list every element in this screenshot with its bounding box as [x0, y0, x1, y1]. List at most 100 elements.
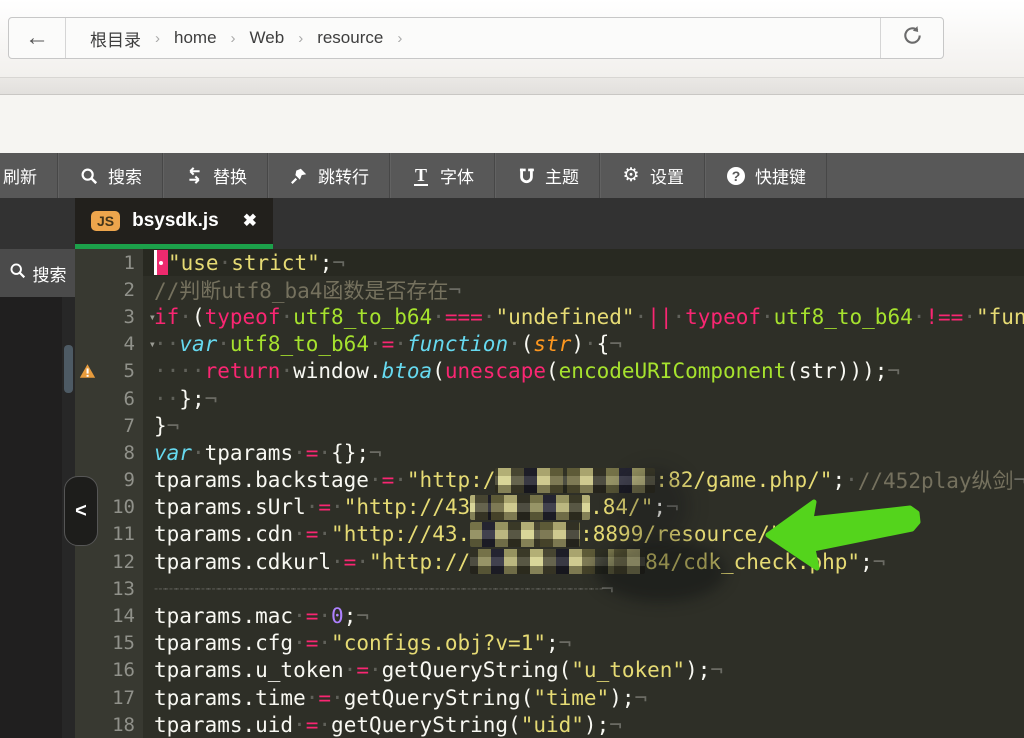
- code-token: );: [609, 686, 634, 710]
- code-token: ·: [331, 495, 344, 519]
- toolbar-item-label: 跳转行: [318, 163, 369, 188]
- back-button[interactable]: ←: [9, 18, 66, 58]
- breadcrumb-item[interactable]: resource: [317, 28, 383, 48]
- breadcrumb-separator: ›: [298, 30, 303, 47]
- toolbar-item-replace[interactable]: 替换: [163, 153, 268, 198]
- toolbar-item-label: 替换: [213, 163, 247, 188]
- code-token: getQueryString(: [344, 686, 534, 710]
- tab-bsysdk-js[interactable]: JS bsysdk.js ✖: [75, 198, 273, 249]
- code-token: ¬: [873, 550, 886, 574]
- line-number: 13: [112, 578, 135, 600]
- code-token: ·: [845, 468, 858, 492]
- code-text: tparams.backstage·=·"http:/:82/game.php/…: [143, 465, 1024, 495]
- toolbar-item-settings[interactable]: ⚙设置: [600, 153, 705, 198]
- censored-blur-patch: [470, 549, 645, 574]
- toolbar-item-font[interactable]: T字体: [390, 153, 495, 198]
- breadcrumb-item[interactable]: 根目录: [90, 26, 141, 51]
- code-token: "http://43: [344, 495, 470, 519]
- toolbar-item-theme[interactable]: 主题: [495, 153, 600, 198]
- code-token: encodeURIComponent: [559, 359, 787, 383]
- main-area: 搜索 1"use·strict";¬2//判断utf8_ba4函数是否存在¬3▾…: [0, 249, 1024, 738]
- code-token: };: [179, 387, 204, 411]
- code-token: ¬: [609, 332, 622, 356]
- code-token: ·: [369, 468, 382, 492]
- gutter-cell: 1: [75, 249, 143, 276]
- code-text: tparams.uid·=·getQueryString("uid");¬: [143, 713, 622, 737]
- code-text: ··};¬: [143, 387, 217, 411]
- code-token: ;: [782, 522, 795, 546]
- code-token: );: [584, 713, 609, 737]
- code-token: ¬: [601, 577, 614, 601]
- header-divider-band: [0, 78, 1024, 95]
- code-token: ·: [635, 305, 648, 329]
- code-token: ·: [318, 631, 331, 655]
- search-icon: [9, 262, 26, 284]
- code-token: .: [369, 359, 382, 383]
- code-token: }: [154, 414, 167, 438]
- code-token: "u_token": [571, 658, 685, 682]
- line-number: 5: [124, 360, 135, 382]
- code-token: =: [306, 631, 319, 655]
- code-token: =: [318, 495, 331, 519]
- code-token: ¬: [356, 604, 369, 628]
- gutter-cell: 15: [75, 630, 143, 657]
- toolbar-item-search[interactable]: 搜索: [58, 153, 163, 198]
- toolbar-item-shortcuts[interactable]: ?快捷键: [705, 153, 827, 198]
- gutter-cell: 18: [75, 711, 143, 738]
- code-token: ): [571, 332, 584, 356]
- censored-blur-patch: [495, 468, 655, 493]
- code-line: 10tparams.sUrl·=·"http://43.84/";¬: [75, 494, 1024, 521]
- app-window: ← 根目录›home›Web›resource› 刷新搜索替换跳转行T字体主题⚙…: [0, 0, 1024, 738]
- code-lines: 1"use·strict";¬2//判断utf8_ba4函数是否存在¬3▾if·…: [75, 249, 1024, 738]
- line-number: 2: [124, 279, 135, 301]
- search-icon: [79, 166, 99, 186]
- code-text: if·(typeof·utf8_to_b64·===·"undefined"·|…: [143, 305, 1024, 329]
- gutter-cell: 8: [75, 439, 143, 466]
- tab-bar: JS bsysdk.js ✖: [0, 198, 1024, 249]
- code-token: ¬: [167, 414, 180, 438]
- code-token: ===: [445, 305, 483, 329]
- code-token: ·: [306, 495, 319, 519]
- code-token: tparams.cdkurl: [154, 550, 331, 574]
- sidebar-search-button[interactable]: 搜索: [0, 249, 75, 297]
- line-number: 7: [124, 415, 135, 437]
- fold-arrow-icon[interactable]: ▾: [149, 310, 156, 324]
- line-number: 3: [124, 306, 135, 328]
- code-token: =: [356, 658, 369, 682]
- code-token: ·: [344, 658, 357, 682]
- gutter-cell: 17: [75, 684, 143, 711]
- code-token: ·: [318, 604, 331, 628]
- toolbar-item-refresh[interactable]: 刷新: [0, 153, 58, 198]
- breadcrumb-item[interactable]: Web: [250, 28, 285, 48]
- code-token: ¬: [887, 359, 900, 383]
- sidebar-collapse-handle[interactable]: <: [64, 476, 98, 546]
- code-token: ·: [508, 332, 521, 356]
- code-editor[interactable]: 1"use·strict";¬2//判断utf8_ba4函数是否存在¬3▾if·…: [75, 249, 1024, 738]
- toolbar-item-goto[interactable]: 跳转行: [268, 153, 390, 198]
- refresh-icon: [901, 24, 924, 52]
- refresh-button[interactable]: [880, 18, 943, 58]
- code-token: getQueryString(: [331, 713, 521, 737]
- toolbar-item-label: 搜索: [108, 163, 142, 188]
- code-token: ·: [318, 522, 331, 546]
- sidebar-scrollbar-thumb[interactable]: [64, 345, 73, 393]
- fold-arrow-icon[interactable]: ▾: [149, 337, 156, 351]
- code-token: ||: [647, 305, 672, 329]
- js-file-icon: JS: [91, 211, 120, 231]
- breadcrumb-item[interactable]: home: [174, 28, 217, 48]
- code-token: !==: [925, 305, 963, 329]
- tab-close-icon[interactable]: ✖: [243, 211, 257, 231]
- code-token: tparams.uid: [154, 713, 293, 737]
- replace-icon: [184, 166, 204, 186]
- gutter-cell: 3▾: [75, 303, 143, 330]
- code-token: tparams: [205, 441, 294, 465]
- code-token: ¬: [1014, 468, 1024, 492]
- line-number: 12: [112, 551, 135, 573]
- code-token: 0: [331, 604, 344, 628]
- code-text: tparams.mac·=·0;¬: [143, 604, 369, 628]
- code-token: "configs.obj?v=1": [331, 631, 546, 655]
- line-number: 17: [112, 687, 135, 709]
- code-token: ¬: [205, 387, 218, 411]
- code-line: 18tparams.uid·=·getQueryString("uid");¬: [75, 711, 1024, 738]
- breadcrumb-separator: ›: [155, 30, 160, 47]
